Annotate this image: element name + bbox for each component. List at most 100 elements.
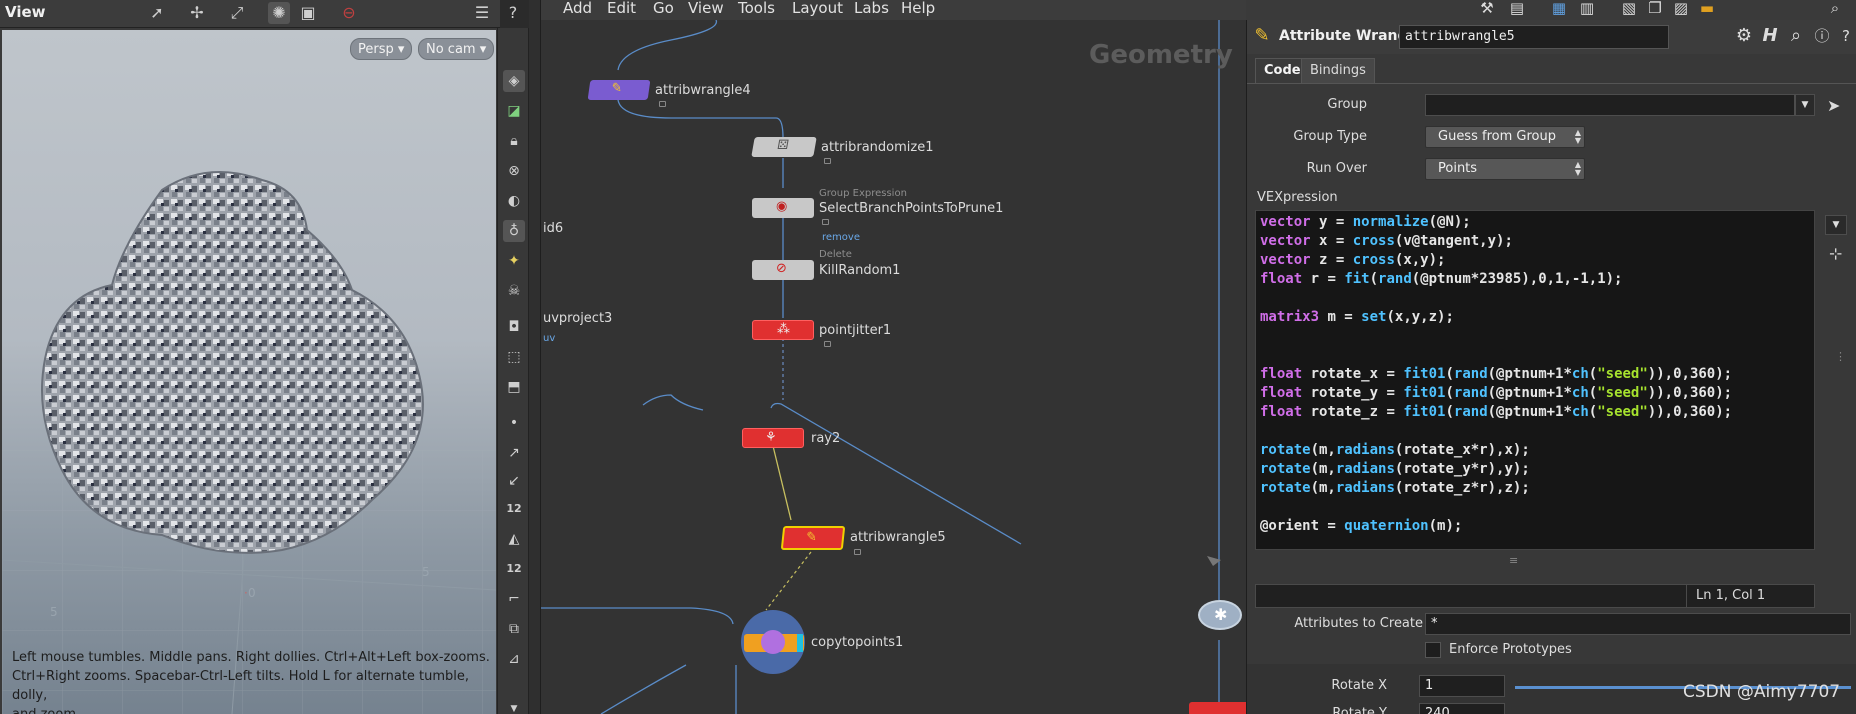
node-label-attribwrangle5: attribwrangle5 (850, 530, 946, 545)
lock-icon[interactable]: 🔒︎ (503, 130, 525, 152)
node-attribwrangle5[interactable]: ✎ (780, 526, 846, 550)
help-icon[interactable]: ? (502, 2, 524, 24)
grid-view-icon[interactable]: ▦ (1548, 0, 1570, 19)
code-line: @orient = quaternion(m); (1260, 518, 1463, 534)
select-arrow-icon[interactable]: ➚ (146, 2, 168, 24)
folder-icon[interactable]: ▬ (1696, 0, 1718, 19)
point-number-toggle[interactable]: 12 (503, 498, 525, 520)
palette-icon[interactable]: ▧ (1618, 0, 1640, 19)
camera-screen-icon[interactable]: ▣ (297, 2, 319, 24)
prim-number-toggle[interactable]: 12 (503, 558, 525, 580)
rotate-y-field[interactable]: 240 (1419, 703, 1505, 714)
code-line: float rotate_y = fit01(rand(@ptnum+1*ch(… (1260, 385, 1733, 401)
select-arrows-icon: ▲ ▼ (1574, 160, 1581, 177)
attributes-to-create-field[interactable]: * (1425, 613, 1851, 635)
skull-icon[interactable]: ☠ (503, 280, 525, 302)
node-label-copytopoints1: copytopoints1 (811, 635, 904, 650)
menu-edit[interactable]: Edit (607, 0, 636, 17)
persp-label: Persp (358, 42, 394, 57)
node-copytopoints1[interactable] (741, 610, 805, 674)
measure-icon[interactable]: ⊿ (503, 648, 525, 670)
group-dropdown-icon[interactable]: ▼ (1795, 94, 1815, 116)
node-ray2[interactable]: ⚘ (742, 428, 804, 448)
layers-icon[interactable]: ◈ (503, 70, 525, 92)
menu-view[interactable]: View (688, 0, 724, 17)
camera-menu-button[interactable]: No cam ▾ (418, 38, 495, 60)
scroll-down-icon[interactable]: ▼ (503, 698, 525, 714)
node-label-attribrandomize1: attribrandomize1 (821, 140, 934, 155)
gear-icon[interactable]: ⚙ (1733, 25, 1755, 47)
rotate-x-field[interactable]: 1 (1419, 675, 1505, 697)
menu-labs[interactable]: Labs (854, 0, 889, 17)
node-name-field[interactable]: attribwrangle5 (1399, 25, 1669, 49)
node-merge[interactable]: ✱ (1198, 600, 1242, 630)
watermark-text: CSDN @Aimy7707 (1683, 682, 1841, 702)
headlight-icon[interactable]: ✦ (503, 250, 525, 272)
node-select-branch[interactable]: ◉ (752, 198, 814, 218)
network-editor[interactable]: Add Edit Go View Tools Layout Labs Help … (541, 0, 1246, 714)
vex-code-editor[interactable]: vector y = normalize(@N); vector x = cro… (1255, 210, 1815, 550)
group-field[interactable] (1425, 94, 1795, 116)
editor-resize-icon[interactable]: ≡ (1509, 554, 1518, 567)
lock-icon (659, 101, 666, 107)
no-entry-icon[interactable]: ⊖ (338, 2, 360, 24)
guide-icon[interactable]: ⬒ (503, 376, 525, 398)
run-over-label: Run Over (1306, 161, 1367, 176)
help-line-3: and zoom. (12, 705, 492, 714)
point-display-icon[interactable]: • (503, 412, 525, 434)
node-kill-random[interactable]: ⊘ (752, 260, 814, 280)
ray-icon: ⚘ (765, 430, 777, 445)
3d-viewport[interactable]: · 0 5 5 Persp ▾ No cam ▾ Left mouse tumb… (2, 30, 496, 714)
search-icon[interactable]: ⌕ (1785, 25, 1807, 47)
light-bulb-icon[interactable]: ♁ (503, 220, 525, 242)
group-type-select[interactable]: Guess from Group ▲ ▼ (1425, 126, 1585, 148)
node-attribrandomize1[interactable]: ⚄ (751, 137, 817, 157)
search-icon[interactable]: ⌕ (1824, 0, 1846, 19)
add-spare-icon[interactable]: ⊹ (1829, 244, 1842, 263)
viewport-canvas: · 0 5 5 (2, 171, 496, 714)
normal-display-icon[interactable]: ↗ (503, 442, 525, 464)
pane-divider[interactable] (529, 0, 541, 714)
transform-arrow-icon[interactable]: ✢ (186, 2, 208, 24)
dice-icon: ⚄ (775, 138, 790, 153)
tools-icon[interactable]: ⚒ (1476, 0, 1498, 19)
menu-help[interactable]: Help (901, 0, 935, 17)
handle-icon[interactable]: ⤢ (226, 2, 248, 24)
viewport-menu-icon[interactable]: ☰ (471, 2, 493, 24)
snapping-icon[interactable]: ⧉ (503, 618, 525, 640)
panel-icon[interactable]: ▤ (1506, 0, 1528, 19)
menu-go[interactable]: Go (653, 0, 674, 17)
background-icon[interactable]: ◐ (503, 190, 525, 212)
menu-tools[interactable]: Tools (738, 0, 775, 17)
hull-display-icon[interactable]: ◭ (503, 528, 525, 550)
image-icon[interactable]: ▨ (1670, 0, 1692, 19)
display-points-icon[interactable]: ◘ (503, 316, 525, 338)
menu-layout[interactable]: Layout (792, 0, 843, 17)
lock-icon (824, 158, 831, 164)
code-menu-dropdown-icon[interactable]: ▼ (1825, 215, 1847, 235)
attributes-to-create-label: Attributes to Create (1294, 616, 1423, 631)
help-icon[interactable]: ? (1835, 25, 1856, 47)
houdini-help-icon[interactable]: H (1759, 25, 1781, 47)
persp-menu-button[interactable]: Persp ▾ (350, 38, 413, 60)
menu-add[interactable]: Add (563, 0, 592, 17)
tab-bindings[interactable]: Bindings (1301, 58, 1375, 84)
enforce-prototypes-checkbox[interactable] (1425, 642, 1441, 658)
arrow-select-icon[interactable]: ➤ (1827, 96, 1840, 115)
node-attribwrangle4[interactable]: ✎ (587, 80, 651, 100)
node-offscreen-red[interactable] (1189, 702, 1246, 714)
snap-off-icon[interactable]: ⊗ (503, 160, 525, 182)
resize-grip-icon[interactable]: ⋮ (1835, 350, 1846, 363)
node-pointjitter1[interactable]: ⁂ (752, 320, 814, 340)
code-line: vector z = cross(x,y); (1260, 252, 1446, 268)
copy-icon[interactable]: ❐ (1644, 0, 1666, 19)
uv-icon[interactable]: ⌐ (503, 588, 525, 610)
template-icon[interactable]: ⬚ (503, 346, 525, 368)
tile-icon[interactable]: ▥ (1576, 0, 1598, 19)
vector-display-icon[interactable]: ↙ (503, 470, 525, 492)
view-tumble-icon[interactable]: ✺ (268, 2, 290, 24)
scene-view-pane: View ➚ ✢ ⤢ ✺ ▣ ⊖ ☰ ? · 0 5 5 Persp ▾ No … (0, 0, 517, 714)
display-options-icon[interactable]: ◪ (503, 100, 525, 122)
run-over-select[interactable]: Points ▲ ▼ (1425, 158, 1585, 180)
info-icon[interactable]: ⓘ (1811, 25, 1833, 47)
